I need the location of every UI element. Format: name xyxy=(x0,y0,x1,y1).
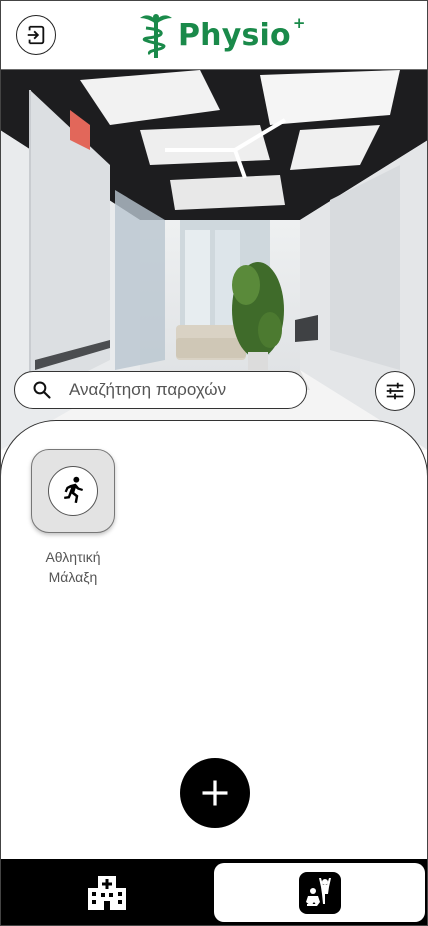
search-input[interactable] xyxy=(69,372,299,408)
add-service-button[interactable] xyxy=(180,758,250,828)
search-icon xyxy=(33,381,51,399)
running-person-icon xyxy=(64,476,83,503)
services-panel: Αθλητική Μάλαξη xyxy=(0,420,428,880)
service-icon-badge xyxy=(48,466,98,516)
brand-name: Physio xyxy=(178,17,291,53)
caduceus-icon xyxy=(140,14,172,58)
service-label: Αθλητική Μάλαξη xyxy=(31,547,115,587)
nav-item-clinics[interactable] xyxy=(0,859,214,926)
hospital-icon xyxy=(88,875,126,910)
plus-icon xyxy=(202,780,228,806)
service-label-line2: Μάλαξη xyxy=(48,569,98,585)
service-tile[interactable] xyxy=(31,449,115,533)
service-label-line1: Αθλητική xyxy=(45,549,101,565)
nav-active-icon-box xyxy=(298,871,341,914)
nav-item-physiotherapy[interactable] xyxy=(214,863,425,922)
brand-logo: Physio + xyxy=(138,10,305,60)
service-card-sports-massage[interactable]: Αθλητική Μάλαξη xyxy=(31,449,115,587)
app-header: Physio + xyxy=(0,0,428,70)
logout-icon xyxy=(27,25,45,45)
logout-button[interactable] xyxy=(16,15,56,55)
physio-exercise-icon xyxy=(305,877,331,906)
sliders-icon xyxy=(386,382,404,400)
brand-plus: + xyxy=(292,14,306,32)
filter-button[interactable] xyxy=(375,371,415,411)
bottom-navigation xyxy=(0,859,428,926)
search-bar[interactable] xyxy=(14,371,307,409)
